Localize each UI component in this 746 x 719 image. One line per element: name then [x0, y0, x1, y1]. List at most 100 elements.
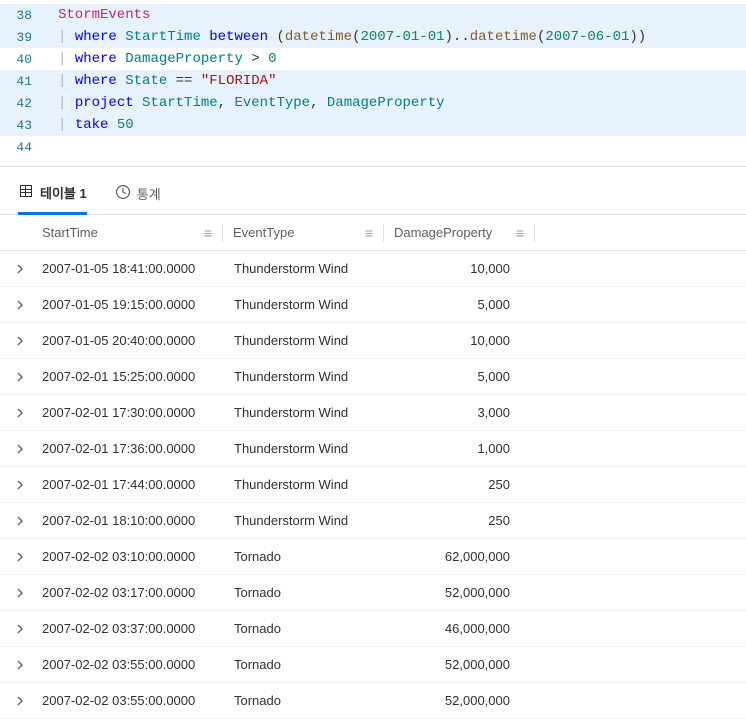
cell-starttime: 2007-02-02 03:55:00.0000	[32, 657, 222, 672]
column-separator[interactable]	[534, 224, 535, 242]
table-row[interactable]: 2007-02-01 17:36:00.0000Thunderstorm Win…	[0, 431, 746, 467]
cell-starttime: 2007-01-05 18:41:00.0000	[32, 261, 222, 276]
table-row[interactable]: 2007-01-05 20:40:00.0000Thunderstorm Win…	[0, 323, 746, 359]
cell-starttime: 2007-02-01 15:25:00.0000	[32, 369, 222, 384]
cell-starttime: 2007-02-02 03:37:00.0000	[32, 621, 222, 636]
expand-row-icon[interactable]	[8, 516, 32, 526]
expand-row-icon[interactable]	[8, 372, 32, 382]
cell-damageproperty: 62,000,000	[382, 549, 532, 564]
column-header-starttime[interactable]: StartTime ≡	[32, 215, 222, 250]
cell-eventtype: Thunderstorm Wind	[222, 261, 382, 276]
cell-damageproperty: 52,000,000	[382, 585, 532, 600]
cell-damageproperty: 5,000	[382, 297, 532, 312]
cell-starttime: 2007-02-02 03:17:00.0000	[32, 585, 222, 600]
line-number: 39	[0, 30, 50, 45]
tab-stats[interactable]: 통계	[115, 178, 161, 213]
expand-row-icon[interactable]	[8, 300, 32, 310]
line-number: 44	[0, 140, 50, 155]
table-row[interactable]: 2007-02-01 17:30:00.0000Thunderstorm Win…	[0, 395, 746, 431]
grid-header: StartTime ≡ EventType ≡ DamageProperty ≡	[0, 215, 746, 251]
cell-damageproperty: 10,000	[382, 261, 532, 276]
expand-row-icon[interactable]	[8, 588, 32, 598]
cell-eventtype: Thunderstorm Wind	[222, 477, 382, 492]
cell-starttime: 2007-01-05 20:40:00.0000	[32, 333, 222, 348]
table-row[interactable]: 2007-02-02 03:55:00.0000Tornado52,000,00…	[0, 683, 746, 719]
cell-damageproperty: 52,000,000	[382, 657, 532, 672]
table-row[interactable]: 2007-02-02 03:10:00.0000Tornado62,000,00…	[0, 539, 746, 575]
table-row[interactable]: 2007-02-01 15:25:00.0000Thunderstorm Win…	[0, 359, 746, 395]
table-row[interactable]: 2007-01-05 18:41:00.0000Thunderstorm Win…	[0, 251, 746, 287]
code-content[interactable]: | take 50	[50, 117, 746, 133]
code-content[interactable]: StormEvents	[50, 7, 746, 23]
cell-eventtype: Thunderstorm Wind	[222, 297, 382, 312]
cell-eventtype: Thunderstorm Wind	[222, 333, 382, 348]
tab-table[interactable]: 테이블 1	[18, 177, 87, 215]
cell-starttime: 2007-02-02 03:55:00.0000	[32, 693, 222, 708]
line-number: 40	[0, 52, 50, 67]
cell-eventtype: Tornado	[222, 585, 382, 600]
grid-body: 2007-01-05 18:41:00.0000Thunderstorm Win…	[0, 251, 746, 719]
cell-starttime: 2007-02-01 17:30:00.0000	[32, 405, 222, 420]
cell-eventtype: Tornado	[222, 657, 382, 672]
cell-starttime: 2007-01-05 19:15:00.0000	[32, 297, 222, 312]
expand-row-icon[interactable]	[8, 408, 32, 418]
column-label: EventType	[233, 225, 294, 240]
line-number: 43	[0, 118, 50, 133]
clock-icon	[115, 184, 131, 203]
cell-damageproperty: 250	[382, 513, 532, 528]
column-menu-icon[interactable]: ≡	[204, 225, 212, 241]
table-row[interactable]: 2007-02-02 03:55:00.0000Tornado52,000,00…	[0, 647, 746, 683]
code-line[interactable]: 43| take 50	[0, 114, 746, 136]
results-tabs: 테이블 1 통계	[0, 167, 746, 215]
cell-eventtype: Tornado	[222, 693, 382, 708]
code-content[interactable]: | where StartTime between (datetime(2007…	[50, 29, 746, 45]
line-number: 42	[0, 96, 50, 111]
code-line[interactable]: 42| project StartTime, EventType, Damage…	[0, 92, 746, 114]
expand-row-icon[interactable]	[8, 336, 32, 346]
table-row[interactable]: 2007-01-05 19:15:00.0000Thunderstorm Win…	[0, 287, 746, 323]
cell-eventtype: Thunderstorm Wind	[222, 441, 382, 456]
code-content[interactable]: | where State == "FLORIDA"	[50, 73, 746, 89]
cell-starttime: 2007-02-01 17:44:00.0000	[32, 477, 222, 492]
cell-eventtype: Thunderstorm Wind	[222, 369, 382, 384]
table-row[interactable]: 2007-02-01 18:10:00.0000Thunderstorm Win…	[0, 503, 746, 539]
line-number: 41	[0, 74, 50, 89]
column-menu-icon[interactable]: ≡	[365, 225, 373, 241]
code-line[interactable]: 38StormEvents	[0, 4, 746, 26]
cell-eventtype: Tornado	[222, 621, 382, 636]
code-line[interactable]: 41| where State == "FLORIDA"	[0, 70, 746, 92]
expand-row-icon[interactable]	[8, 660, 32, 670]
expand-row-icon[interactable]	[8, 264, 32, 274]
code-content[interactable]: | where DamageProperty > 0	[50, 51, 746, 67]
table-row[interactable]: 2007-02-02 03:37:00.0000Tornado46,000,00…	[0, 611, 746, 647]
table-row[interactable]: 2007-02-01 17:44:00.0000Thunderstorm Win…	[0, 467, 746, 503]
table-icon	[18, 183, 34, 202]
cell-damageproperty: 5,000	[382, 369, 532, 384]
expand-row-icon[interactable]	[8, 696, 32, 706]
expand-row-icon[interactable]	[8, 444, 32, 454]
cell-damageproperty: 250	[382, 477, 532, 492]
table-row[interactable]: 2007-02-02 03:17:00.0000Tornado52,000,00…	[0, 575, 746, 611]
cell-starttime: 2007-02-01 17:36:00.0000	[32, 441, 222, 456]
tab-stats-label: 통계	[137, 184, 161, 203]
code-line[interactable]: 39| where StartTime between (datetime(20…	[0, 26, 746, 48]
column-label: DamageProperty	[394, 225, 492, 240]
column-header-eventtype[interactable]: EventType ≡	[223, 215, 383, 250]
cell-damageproperty: 1,000	[382, 441, 532, 456]
code-content[interactable]: | project StartTime, EventType, DamagePr…	[50, 95, 746, 111]
cell-starttime: 2007-02-01 18:10:00.0000	[32, 513, 222, 528]
column-header-damageproperty[interactable]: DamageProperty ≡	[384, 215, 534, 250]
code-line[interactable]: 44	[0, 136, 746, 158]
query-editor[interactable]: 38StormEvents39| where StartTime between…	[0, 0, 746, 167]
results-grid: StartTime ≡ EventType ≡ DamageProperty ≡…	[0, 215, 746, 719]
cell-eventtype: Thunderstorm Wind	[222, 405, 382, 420]
expand-row-icon[interactable]	[8, 552, 32, 562]
tab-table-label: 테이블 1	[40, 183, 87, 202]
code-line[interactable]: 40| where DamageProperty > 0	[0, 48, 746, 70]
expand-row-icon[interactable]	[8, 480, 32, 490]
line-number: 38	[0, 8, 50, 23]
column-label: StartTime	[42, 225, 98, 240]
cell-eventtype: Thunderstorm Wind	[222, 513, 382, 528]
expand-row-icon[interactable]	[8, 624, 32, 634]
column-menu-icon[interactable]: ≡	[516, 225, 524, 241]
